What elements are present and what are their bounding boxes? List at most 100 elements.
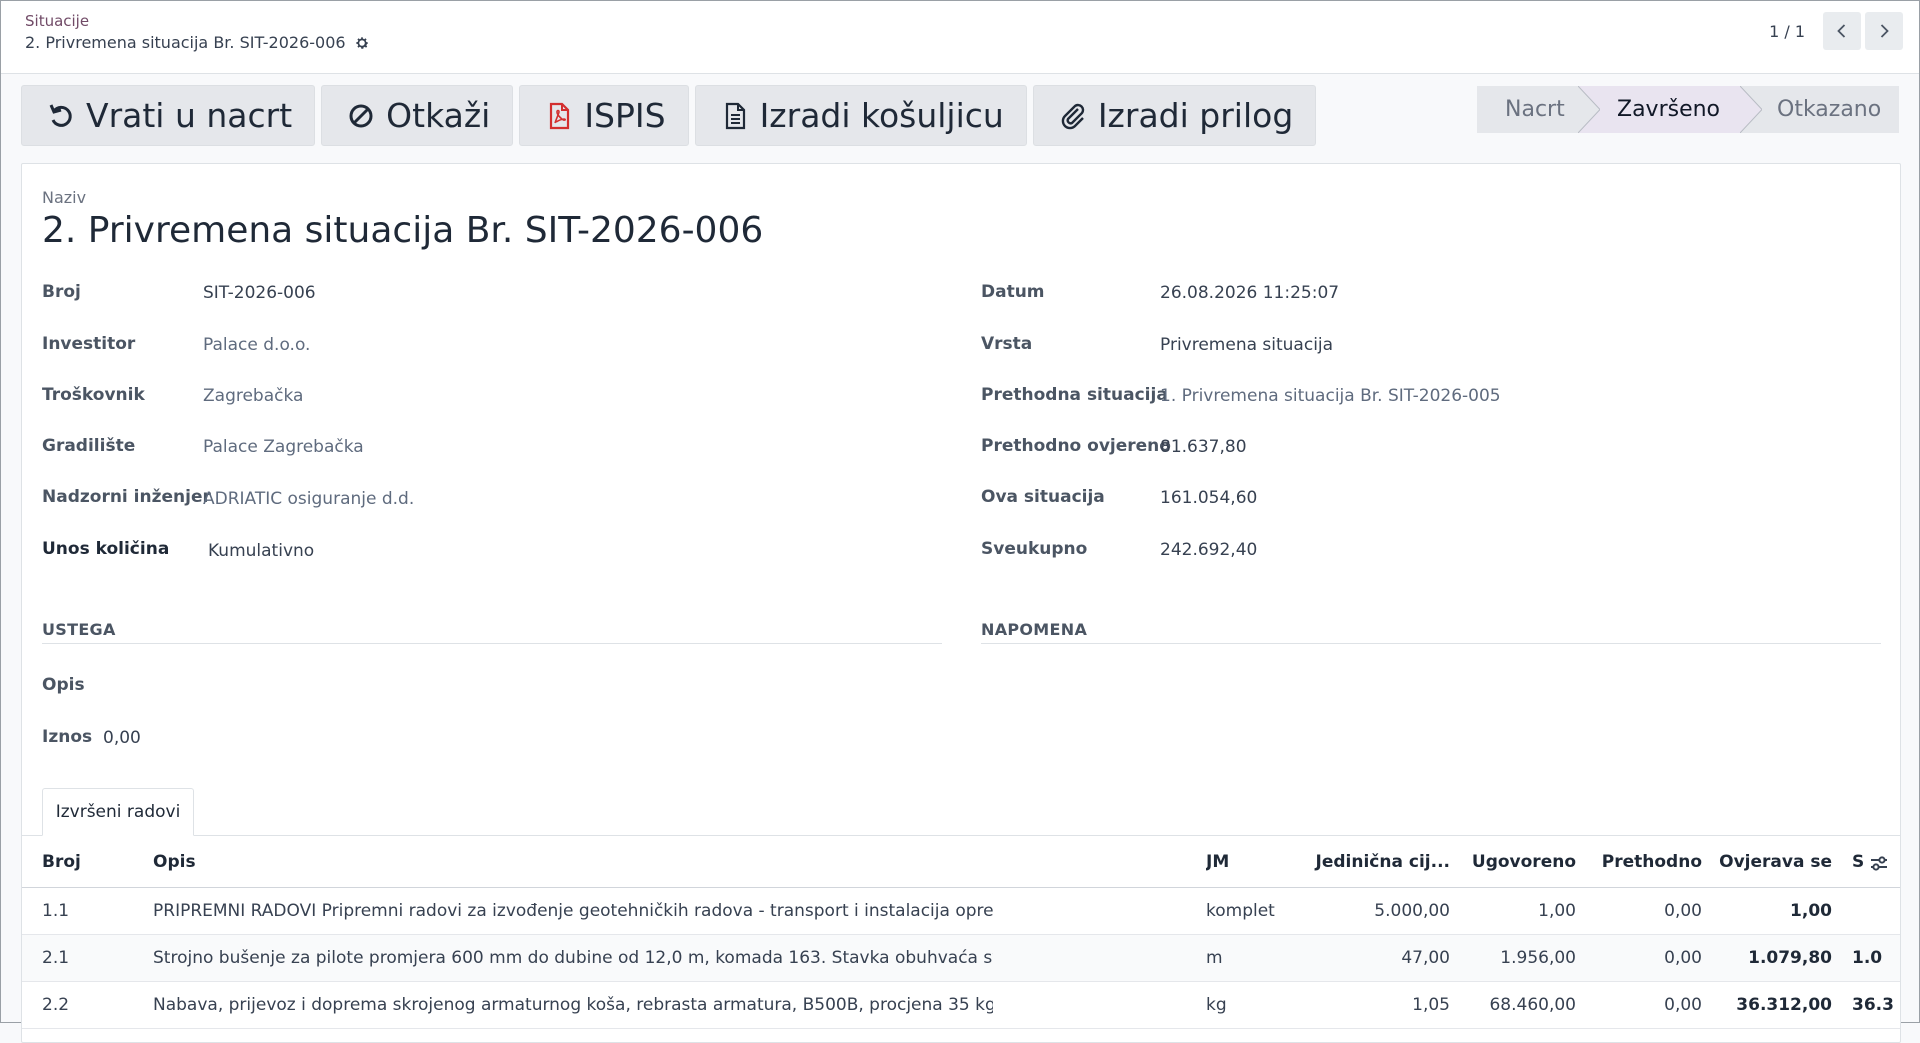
field-value-prethodna-situacija[interactable]: 1. Privremena situacija Br. SIT-2026-005 [1160,386,1501,406]
field-label-troskovnik: Troškovnik [42,385,145,405]
section-divider [42,643,942,644]
cell-ugovoreno: 68.460,00 [1489,995,1576,1015]
cell-ugovoreno: 1.956,00 [1500,948,1576,968]
field-label-vrsta: Vrsta [981,334,1033,354]
field-value-vrsta[interactable]: Privremena situacija [1160,335,1333,355]
status-arrow-icon [1740,86,1762,133]
field-value-iznos[interactable]: 0,00 [103,728,141,748]
cell-prethodno: 0,00 [1664,948,1702,968]
works-table: Broj Opis JM Jedinična cij... Ugovoreno … [22,836,1900,1029]
cell-prethodno: 0,00 [1664,995,1702,1015]
column-header-broj[interactable]: Broj [42,836,142,887]
column-header-opis[interactable]: Opis [153,836,993,887]
reset-to-draft-button[interactable]: Vrati u nacrt [21,85,316,146]
field-value-sveukupno[interactable]: 242.692,40 [1160,540,1257,560]
column-header-ugovoreno[interactable]: Ugovoreno [1450,836,1576,887]
cell-jm: kg [1206,995,1227,1015]
print-label: ISPIS [584,96,666,135]
cancel-button[interactable]: Otkaži [321,85,514,146]
section-divider [981,643,1881,644]
cell-ovjerava-se[interactable]: 36.312,00 [1702,982,1832,1028]
cell-jm: komplet [1206,901,1275,921]
field-value-investitor[interactable]: Palace d.o.o. [203,335,310,355]
create-attachment-button[interactable]: Izradi prilog [1032,85,1317,146]
field-label-investitor: Investitor [42,334,136,354]
cell-opis: Nabava, prijevoz i doprema skrojenog arm… [153,995,993,1015]
status-step-cancelled[interactable]: Otkazano [1740,86,1899,133]
pager-counter: 1 / 1 [1769,21,1805,41]
column-header-jm[interactable]: JM [1206,836,1296,887]
pager-next-button[interactable] [1865,12,1903,50]
status-arrow-icon [1578,86,1600,133]
document-icon [725,102,745,129]
tab-izvrseni-radovi[interactable]: Izvršeni radovi [42,788,194,836]
column-header-prethodno[interactable]: Prethodno [1576,836,1702,887]
cell-jedinicna-cijena: 1,05 [1412,995,1450,1015]
table-row[interactable]: 1.1 PRIPREMNI RADOVI Pripremni radovi za… [22,888,1900,935]
field-value-datum[interactable]: 26.08.2026 11:25:07 [1160,283,1339,303]
section-heading-ustega: USTEGA [42,620,116,639]
field-value-nadzorni-inzenjer[interactable]: ADRIATIC osiguranje d.d. [203,489,414,509]
cell-broj: 1.1 [42,901,70,921]
cancel-icon [349,104,373,127]
create-cover-button[interactable]: Izradi košuljicu [694,85,1027,146]
status-step-done[interactable]: Završeno [1578,86,1741,133]
breadcrumb-current: 2. Privremena situacija Br. SIT-2026-006 [25,33,370,52]
tab-izvrseni-radovi-label: Izvršeni radovi [55,802,181,822]
pager-previous-button[interactable] [1823,12,1861,50]
breadcrumb-parent[interactable]: Situacije [25,12,89,30]
status-step-done-label: Završeno [1617,97,1721,122]
field-label-broj: Broj [42,282,81,302]
field-label-datum: Datum [981,282,1045,302]
cell-jedinicna-cijena: 47,00 [1401,948,1450,968]
chevron-right-icon [1880,24,1889,38]
print-button[interactable]: ISPIS [519,85,689,146]
field-label-iznos: Iznos [42,727,93,747]
field-value-troskovnik[interactable]: Zagrebačka [203,386,303,406]
field-label-gradiliste: Gradilište [42,436,136,456]
status-step-draft[interactable]: Nacrt [1477,86,1579,133]
field-label-sveukupno: Sveukupno [981,539,1088,559]
breadcrumb-current-label: 2. Privremena situacija Br. SIT-2026-006 [25,33,346,52]
top-bar: Situacije 2. Privremena situacija Br. SI… [1,1,1919,74]
field-label-prethodno-ovjereno: Prethodno ovjereno [981,436,1171,456]
create-attachment-label: Izradi prilog [1097,96,1294,135]
field-value-gradiliste[interactable]: Palace Zagrebačka [203,437,364,457]
column-header-jedinicna-cijena[interactable]: Jedinična cij... [1294,836,1450,887]
field-label-opis: Opis [42,675,85,695]
column-header-ovjerava-se[interactable]: Ovjerava se [1702,836,1832,887]
field-value-broj[interactable]: SIT-2026-006 [203,283,316,303]
table-header-row: Broj Opis JM Jedinična cij... Ugovoreno … [22,836,1900,888]
cell-truncated: 36.3 [1852,995,1894,1015]
cell-prethodno: 0,00 [1664,901,1702,921]
field-value-unos-kolicina[interactable]: Kumulativno [208,541,314,561]
field-value-prethodno-ovjereno[interactable]: 81.637,80 [1160,437,1247,457]
cell-opis: PRIPREMNI RADOVI Pripremni radovi za izv… [153,901,993,921]
field-label-prethodna-situacija: Prethodna situacija [981,385,1168,405]
column-settings-icon[interactable] [1868,852,1890,874]
form-sheet: Naziv 2. Privremena situacija Br. SIT-20… [21,163,1901,1043]
table-row[interactable]: 2.1 Strojno bušenje za pilote promjera 6… [22,935,1900,982]
cell-ovjerava-se[interactable]: 1,00 [1702,888,1832,934]
field-value-ova-situacija[interactable]: 161.054,60 [1160,488,1257,508]
pager: 1 / 1 [1769,12,1903,50]
cell-broj: 2.1 [42,948,70,968]
cell-ovjerava-se[interactable]: 1.079,80 [1702,935,1832,981]
cell-broj: 2.2 [42,995,70,1015]
cell-jm: m [1206,948,1223,968]
status-step-draft-label: Nacrt [1505,97,1565,122]
pdf-icon [550,102,570,129]
cell-truncated [1852,888,1900,934]
section-heading-napomena: NAPOMENA [981,620,1088,639]
record-title[interactable]: 2. Privremena situacija Br. SIT-2026-006 [42,210,763,251]
cell-truncated: 1.0 [1852,948,1883,968]
table-row[interactable]: 2.2 Nabava, prijevoz i doprema skrojenog… [22,982,1900,1029]
gear-icon[interactable] [354,35,370,51]
name-label: Naziv [42,188,87,207]
cancel-label: Otkaži [386,96,491,135]
create-cover-label: Izradi košuljicu [759,96,1004,135]
field-label-unos-kolicina: Unos količina [42,539,170,559]
status-bar: Nacrt Završeno Otkazano [1477,86,1899,133]
action-toolbar: Vrati u nacrt Otkaži ISPIS Izradi košulj… [21,85,1317,146]
cell-opis: Strojno bušenje za pilote promjera 600 m… [153,948,993,968]
